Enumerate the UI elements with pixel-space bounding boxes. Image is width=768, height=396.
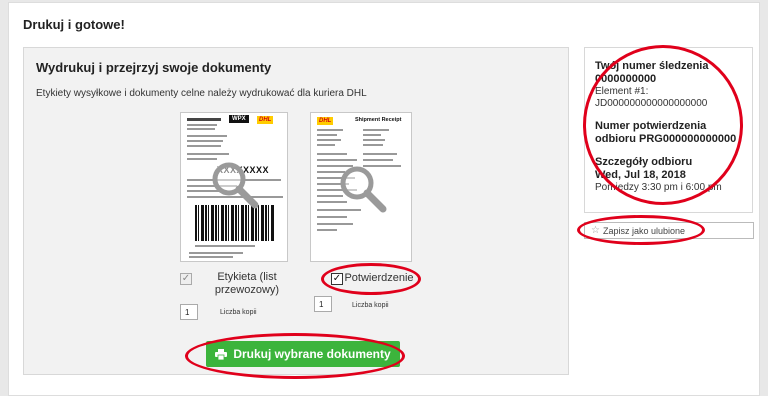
receipt-heading: Shipment Receipt [355, 117, 402, 123]
label-document-checkbox[interactable]: ✓ [180, 273, 192, 285]
receipt-line [317, 229, 337, 231]
page-container: Drukuj i gotowe! Wydrukuj i przejrzyj sw… [8, 2, 760, 396]
label-line [187, 128, 215, 130]
label-line [195, 245, 255, 247]
pickup-time-window: Pomiędzy 3:30 pm i 6:00 pm [595, 182, 722, 193]
receipt-copies-input[interactable]: 1 [314, 296, 332, 312]
receipt-line [317, 153, 347, 155]
label-line [189, 252, 243, 254]
label-line [187, 145, 221, 147]
label-line [189, 256, 233, 258]
zoom-icon[interactable] [335, 161, 391, 217]
tracking-heading: Twój numer śledzenia [595, 60, 709, 72]
label-document-name: Etykieta (list przewozowy) [214, 271, 280, 296]
label-line [187, 140, 223, 142]
pickup-confirmation-heading: Numer potwierdzenia [595, 120, 707, 132]
receipt-line [317, 139, 341, 141]
zoom-icon[interactable] [207, 157, 263, 213]
receipt-line [363, 139, 385, 141]
pickup-date: Wed, Jul 18, 2018 [595, 169, 686, 181]
print-documents-panel: Wydrukuj i przejrzyj swoje dokumenty Ety… [23, 47, 569, 375]
label-copies-input[interactable]: 1 [180, 304, 198, 320]
star-icon: ☆ [591, 224, 600, 236]
receipt-line [363, 129, 389, 131]
label-copies-label: Liczba kopii [220, 309, 257, 316]
panel-title: Wydrukuj i przejrzyj swoje dokumenty [36, 60, 272, 75]
panel-description: Etykiety wysyłkowe i dokumenty celne nal… [36, 88, 367, 99]
element-value: JD000000000000000000 [595, 98, 708, 109]
receipt-line [317, 134, 337, 136]
print-button-label: Drukuj wybrane dokumenty [233, 347, 391, 361]
label-line [187, 118, 221, 121]
dhl-logo: DHL [317, 117, 334, 125]
receipt-copies-label: Liczba kopii [352, 302, 389, 309]
tracking-number: 0000000000 [595, 73, 657, 85]
receipt-document-preview[interactable]: DHL Shipment Receipt [310, 112, 412, 262]
label-line [187, 153, 229, 155]
label-line [187, 124, 217, 126]
receipt-line [317, 144, 335, 146]
receipt-line [317, 129, 343, 131]
print-selected-documents-button[interactable]: Drukuj wybrane dokumenty [206, 341, 400, 367]
label-line [187, 135, 227, 137]
save-as-favorite-label: Zapisz jako ulubione [602, 225, 686, 236]
printer-icon [215, 348, 228, 360]
service-badge: WPX [229, 115, 249, 123]
pickup-details-heading: Szczegóły odbioru [595, 156, 693, 168]
receipt-document-name: Potwierdzenie [344, 272, 414, 284]
receipt-line [363, 144, 383, 146]
save-as-favorite-button[interactable]: ☆ Zapisz jako ulubione [584, 222, 754, 239]
receipt-line [317, 223, 353, 225]
receipt-line [363, 153, 397, 155]
receipt-line [363, 134, 381, 136]
element-label: Element #1: [595, 86, 649, 97]
dhl-logo: DHL [257, 116, 274, 124]
page-title: Drukuj i gotowe! [23, 17, 125, 32]
receipt-document-checkbox[interactable]: ✓ [331, 273, 343, 285]
shipment-summary-panel: Twój numer śledzenia 0000000000 Element … [584, 47, 753, 213]
label-document-preview[interactable]: WPX DHL XXXXXXXX [180, 112, 288, 262]
pickup-confirmation-number: odbioru PRG000000000000 [595, 133, 737, 145]
